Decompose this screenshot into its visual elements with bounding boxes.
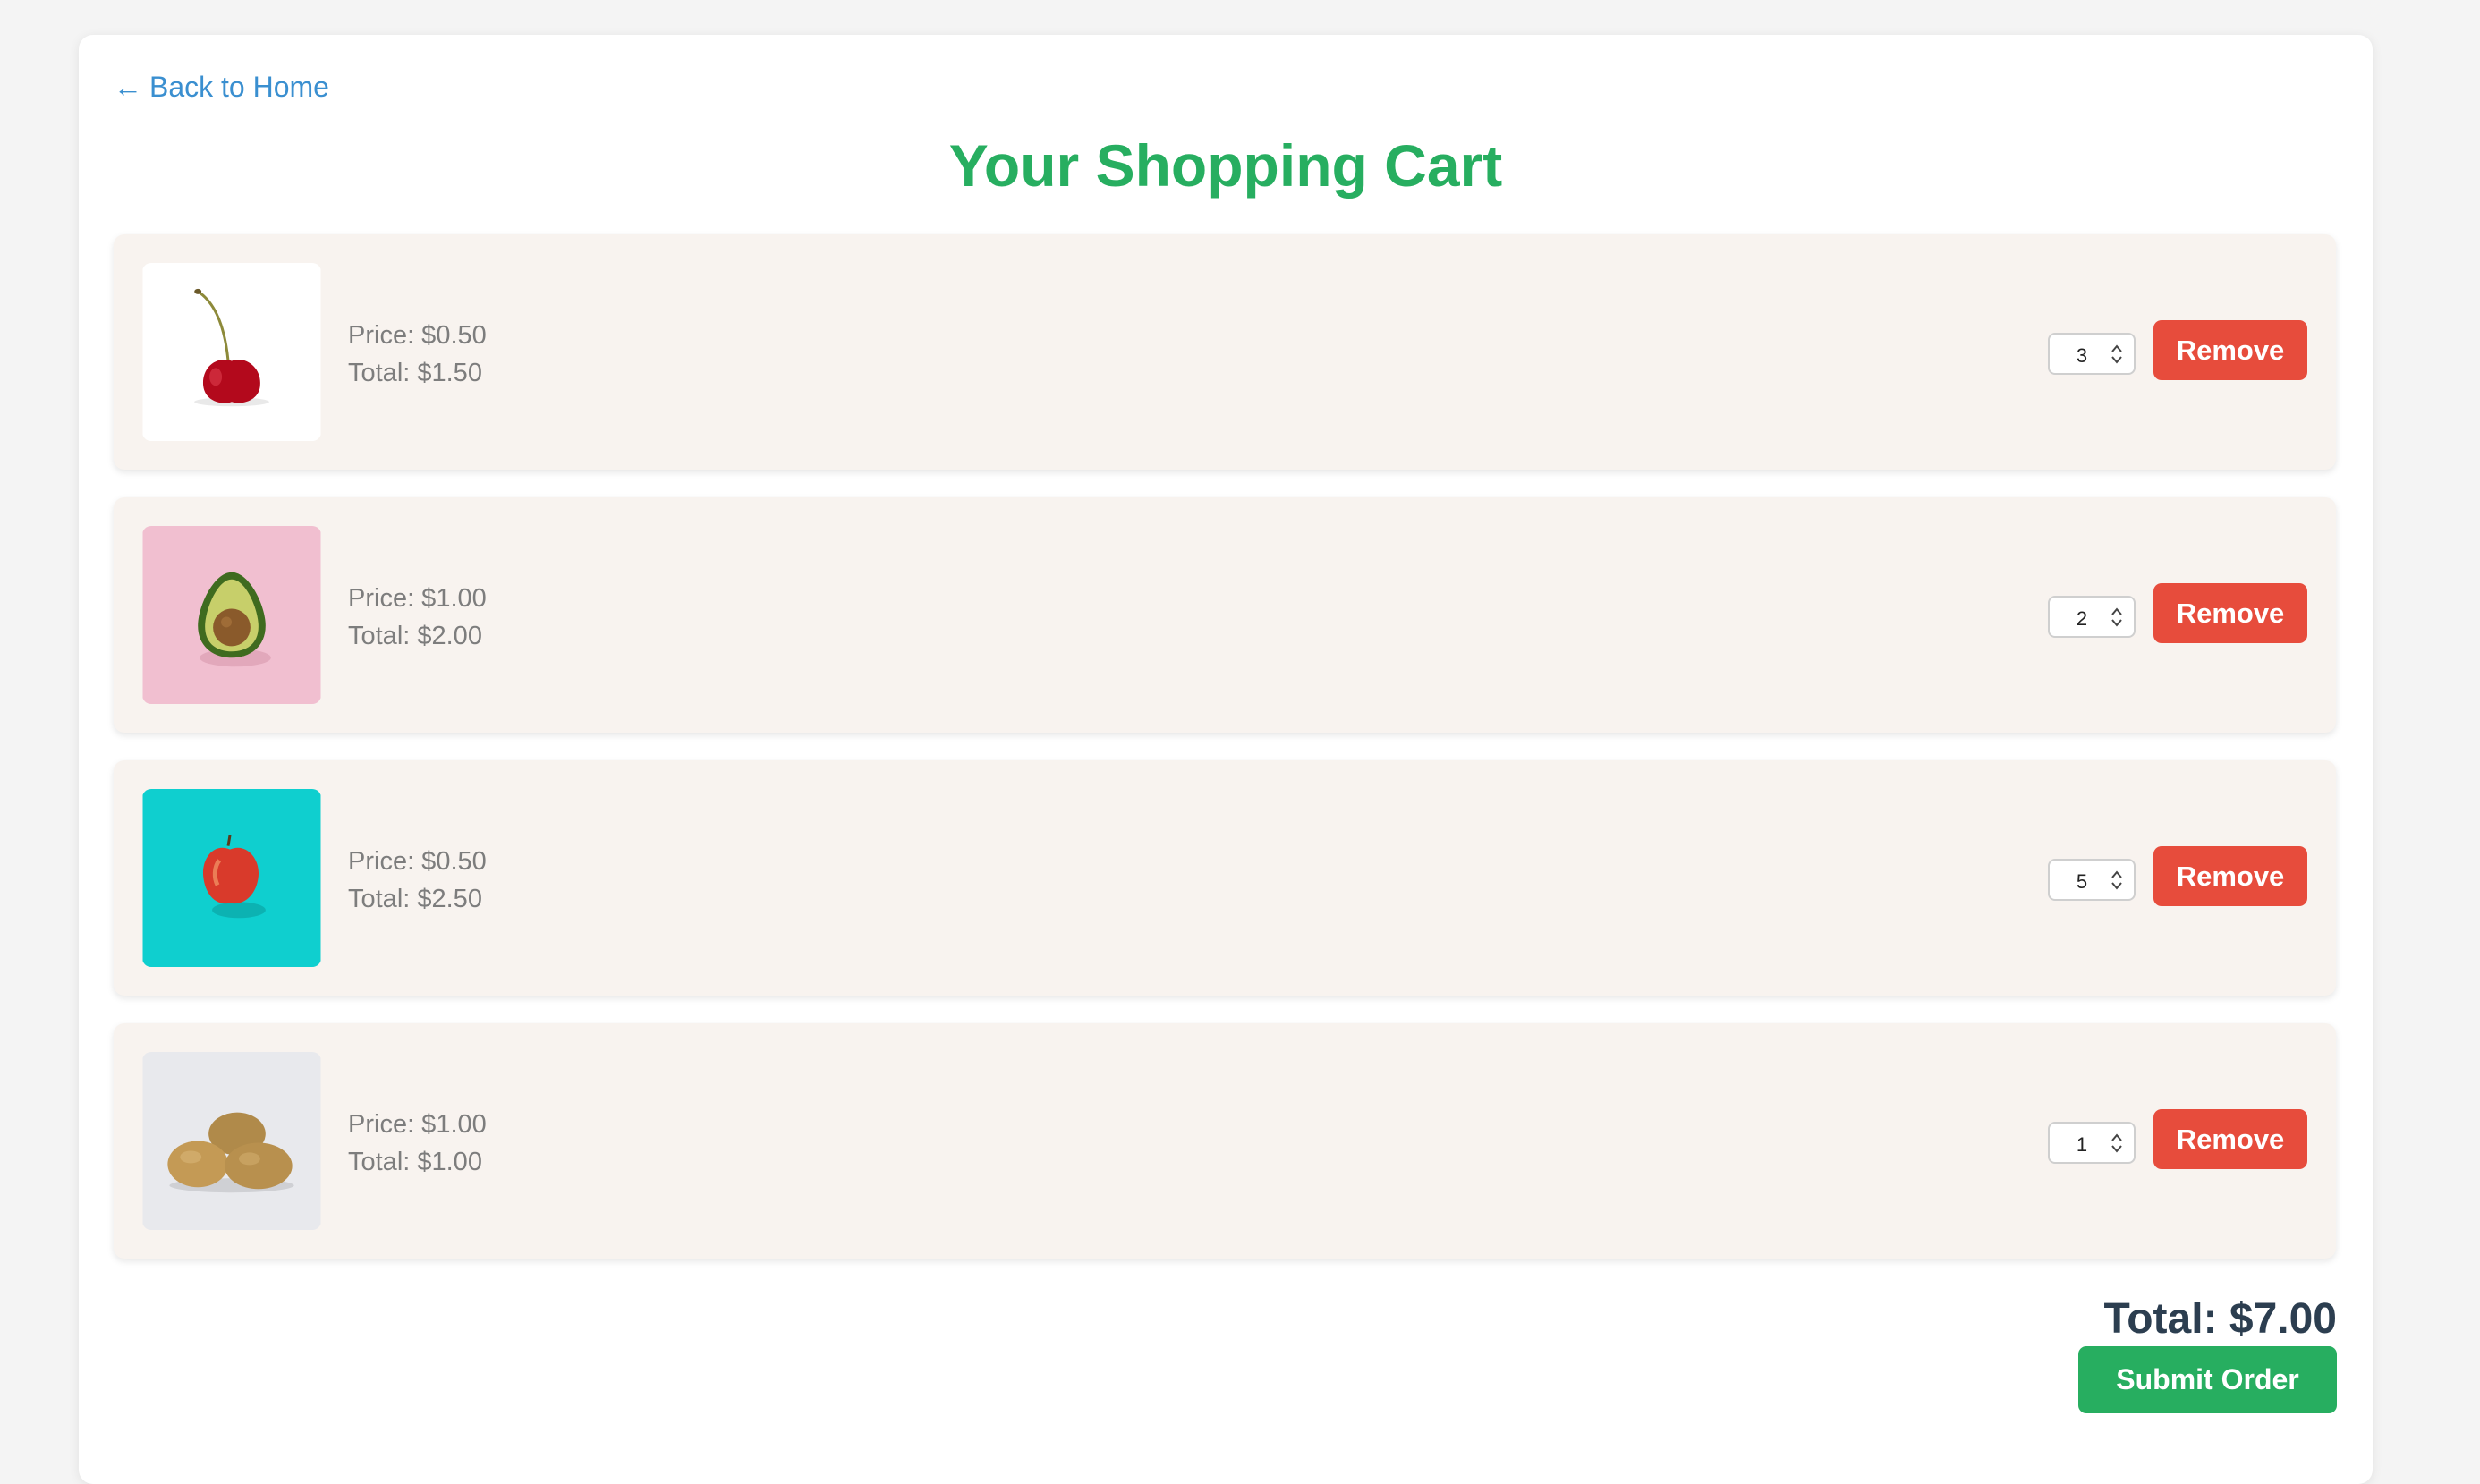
apple-image [142, 789, 321, 967]
cherry-illustration [142, 263, 321, 441]
cart-item: Price: $0.50 Total: $2.50 5 Remove [114, 760, 2336, 996]
quantity-value: 3 [2076, 344, 2088, 367]
quantity-stepper[interactable]: 3 [2048, 333, 2136, 375]
submit-order-button[interactable]: Submit Order [2078, 1346, 2337, 1413]
item-info: Price: $1.00 Total: $1.00 [348, 1106, 487, 1181]
spinner-arrows-icon[interactable] [2109, 868, 2125, 893]
item-price: Price: $0.50 [348, 321, 487, 350]
cart-item: Price: $1.00 Total: $1.00 1 Remove [114, 1023, 2336, 1259]
back-to-home-link[interactable]: ← Back to Home [114, 71, 329, 104]
apple-illustration [142, 789, 321, 967]
item-info: Price: $1.00 Total: $2.00 [348, 580, 487, 655]
quantity-value: 2 [2076, 607, 2088, 630]
item-total: Total: $2.00 [348, 622, 482, 650]
remove-button[interactable]: Remove [2153, 583, 2307, 643]
item-total: Total: $1.50 [348, 359, 482, 387]
item-info: Price: $0.50 Total: $1.50 [348, 317, 487, 392]
page-title: Your Shopping Cart [948, 132, 1503, 199]
quantity-stepper[interactable]: 1 [2048, 1122, 2136, 1164]
kiwi-image [142, 1052, 321, 1230]
spinner-arrows-icon[interactable] [2109, 342, 2125, 367]
kiwi-illustration [142, 1052, 321, 1230]
avocado-illustration [142, 526, 321, 704]
remove-button[interactable]: Remove [2153, 320, 2307, 380]
remove-button[interactable]: Remove [2153, 846, 2307, 906]
back-link-label: Back to Home [149, 71, 329, 103]
cart-total: Total: $7.00 [2103, 1295, 2337, 1343]
cart-item: Price: $1.00 Total: $2.00 2 Remove [114, 497, 2336, 733]
quantity-stepper[interactable]: 5 [2048, 859, 2136, 901]
back-arrow-icon: ← [114, 71, 142, 103]
remove-button[interactable]: Remove [2153, 1109, 2307, 1169]
spinner-arrows-icon[interactable] [2109, 605, 2125, 630]
quantity-value: 1 [2076, 1133, 2088, 1156]
quantity-stepper[interactable]: 2 [2048, 596, 2136, 638]
item-price: Price: $0.50 [348, 847, 487, 876]
item-price: Price: $1.00 [348, 584, 487, 613]
quantity-value: 5 [2076, 870, 2088, 893]
cart-items-list: Price: $0.50 Total: $1.50 3 Remove Price… [114, 234, 2336, 1286]
cherry-image [142, 263, 321, 441]
cart-page: ← Back to Home Your Shopping Cart Price: … [79, 35, 2373, 1484]
item-price: Price: $1.00 [348, 1110, 487, 1139]
item-total: Total: $1.00 [348, 1148, 482, 1176]
cart-item: Price: $0.50 Total: $1.50 3 Remove [114, 234, 2336, 470]
avocado-image [142, 526, 321, 704]
spinner-arrows-icon[interactable] [2109, 1131, 2125, 1156]
item-total: Total: $2.50 [348, 885, 482, 913]
item-info: Price: $0.50 Total: $2.50 [348, 843, 487, 918]
